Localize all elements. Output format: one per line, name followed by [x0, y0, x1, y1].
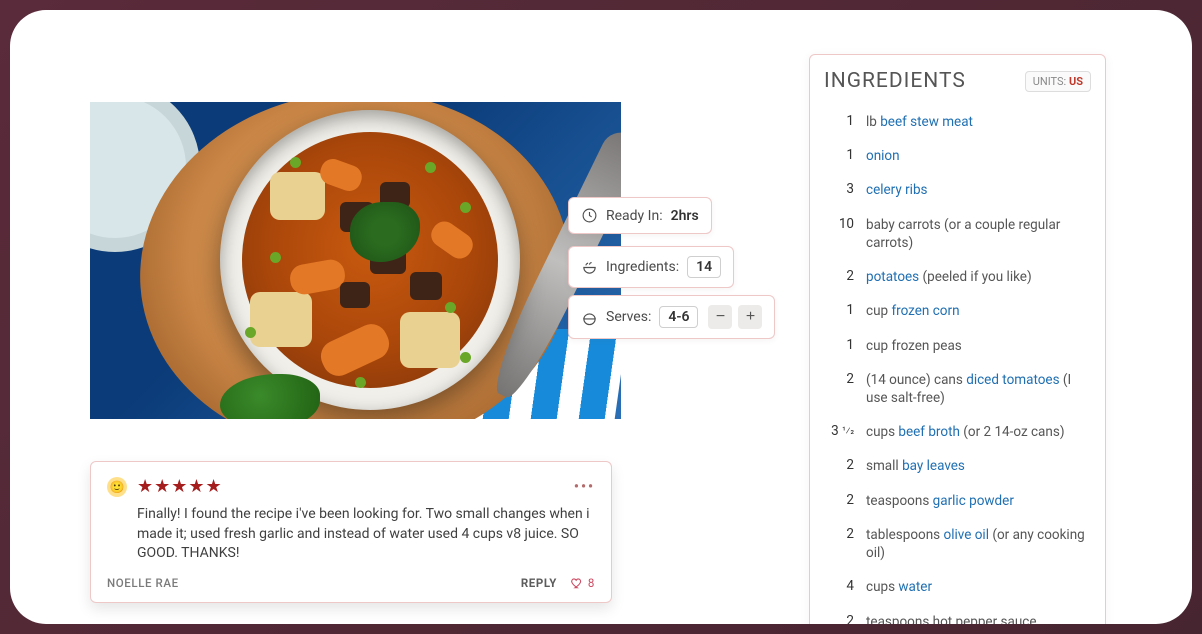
- ingredient-link[interactable]: water: [898, 579, 932, 595]
- ingredient-link[interactable]: celery ribs: [866, 182, 928, 198]
- review-author: NOELLE RAE: [107, 576, 179, 590]
- ingredient-row: 3 1⁄2cups beef broth (or 2 14-oz cans): [824, 415, 1091, 449]
- ingredients-panel: INGREDIENTS UNITS: US 1lb beef stew meat…: [809, 54, 1106, 624]
- ingredient-qty: 1: [824, 329, 862, 363]
- serves-icon: [581, 309, 598, 326]
- ingredient-desc: onion: [862, 139, 1091, 173]
- serves-value: 4-6: [659, 306, 698, 328]
- serves-chip: Serves: 4-6 − +: [568, 295, 775, 339]
- ingredient-row: 2potatoes (peeled if you like): [824, 260, 1091, 294]
- ingredient-desc: lb beef stew meat: [862, 105, 1091, 139]
- ingredient-qty: 3 1⁄2: [824, 415, 862, 449]
- ingredient-row: 10baby carrots (or a couple regular carr…: [824, 208, 1091, 260]
- ingredient-qty: 2: [824, 605, 862, 625]
- ingredient-row: 2(14 ounce) cans diced tomatoes (I use s…: [824, 363, 1091, 415]
- ingredient-link[interactable]: garlic powder: [933, 493, 1014, 509]
- ingredient-desc: potatoes (peeled if you like): [862, 260, 1091, 294]
- serves-increment-button[interactable]: +: [738, 305, 762, 329]
- page-frame: Ready In: 2hrs Ingredients: 14 Serves: 4…: [10, 10, 1192, 624]
- ingredients-count-chip: Ingredients: 14: [568, 246, 734, 288]
- ingredient-qty: 1: [824, 139, 862, 173]
- ingredients-count-label: Ingredients:: [606, 259, 679, 275]
- ingredients-title: INGREDIENTS: [824, 69, 966, 93]
- ingredient-qty: 2: [824, 484, 862, 518]
- ingredient-qty: 10: [824, 208, 862, 260]
- ingredient-row: 2small bay leaves: [824, 449, 1091, 483]
- ingredient-qty: 2: [824, 518, 862, 570]
- recipe-hero-image: [90, 102, 621, 419]
- ingredient-link[interactable]: beef broth: [898, 424, 960, 440]
- ingredient-qty: 2: [824, 363, 862, 415]
- ingredient-link[interactable]: bay leaves: [902, 458, 965, 474]
- ingredient-link[interactable]: olive oil: [944, 527, 990, 543]
- ingredients-table: 1lb beef stew meat1onion3celery ribs10ba…: [824, 105, 1091, 624]
- heart-icon: [569, 576, 583, 590]
- ingredient-link[interactable]: frozen corn: [891, 303, 959, 319]
- review-like-count: 8: [588, 576, 595, 590]
- ingredient-row: 1onion: [824, 139, 1091, 173]
- ingredient-row: 2tablespoons olive oil (or any cooking o…: [824, 518, 1091, 570]
- ingredient-row: 4cups water: [824, 570, 1091, 604]
- ingredient-row: 1cup frozen peas: [824, 329, 1091, 363]
- ingredient-desc: (14 ounce) cans diced tomatoes (I use sa…: [862, 363, 1091, 415]
- ingredient-row: 2teaspoons hot pepper sauce: [824, 605, 1091, 625]
- ingredient-row: 1lb beef stew meat: [824, 105, 1091, 139]
- ready-in-chip: Ready In: 2hrs: [568, 197, 712, 234]
- ready-in-value: 2hrs: [671, 208, 699, 224]
- ingredient-qty: 3: [824, 173, 862, 207]
- ingredient-row: 1cup frozen corn: [824, 294, 1091, 328]
- review-avatar: 🙂: [107, 477, 127, 497]
- ingredient-qty: 1: [824, 294, 862, 328]
- ingredient-link[interactable]: beef stew meat: [880, 114, 973, 130]
- ingredient-desc: teaspoons garlic powder: [862, 484, 1091, 518]
- serves-decrement-button[interactable]: −: [708, 305, 732, 329]
- review-card: 🙂 ★★★★★ ••• Finally! I found the recipe …: [90, 461, 612, 603]
- review-menu-button[interactable]: •••: [574, 479, 595, 495]
- ingredient-link[interactable]: onion: [866, 148, 900, 164]
- ingredient-desc: cup frozen corn: [862, 294, 1091, 328]
- clock-icon: [581, 207, 598, 224]
- ingredient-desc: celery ribs: [862, 173, 1091, 207]
- ingredient-desc: tablespoons olive oil (or any cooking oi…: [862, 518, 1091, 570]
- ingredient-desc: small bay leaves: [862, 449, 1091, 483]
- ingredients-count-value: 14: [687, 256, 721, 278]
- review-reply-button[interactable]: REPLY: [521, 576, 557, 590]
- ingredient-qty: 4: [824, 570, 862, 604]
- ingredient-desc: baby carrots (or a couple regular carrot…: [862, 208, 1091, 260]
- units-label: UNITS:: [1033, 75, 1067, 88]
- units-value: US: [1069, 75, 1083, 88]
- ingredient-link[interactable]: potatoes: [866, 269, 919, 285]
- serves-label: Serves:: [606, 309, 651, 325]
- ingredient-desc: cups beef broth (or 2 14-oz cans): [862, 415, 1091, 449]
- units-toggle[interactable]: UNITS: US: [1025, 71, 1091, 92]
- ingredient-desc: cups water: [862, 570, 1091, 604]
- bowl-icon: [581, 259, 598, 276]
- review-like-button[interactable]: 8: [569, 576, 595, 590]
- ingredient-row: 2teaspoons garlic powder: [824, 484, 1091, 518]
- review-stars: ★★★★★: [137, 476, 223, 497]
- review-body: Finally! I found the recipe i've been lo…: [137, 505, 595, 564]
- ingredient-qty: 2: [824, 260, 862, 294]
- ready-in-label: Ready In:: [606, 208, 663, 224]
- ingredient-qty: 1: [824, 105, 862, 139]
- ingredient-desc: cup frozen peas: [862, 329, 1091, 363]
- ingredient-qty: 2: [824, 449, 862, 483]
- ingredient-row: 3celery ribs: [824, 173, 1091, 207]
- ingredient-desc: teaspoons hot pepper sauce: [862, 605, 1091, 625]
- ingredient-link[interactable]: diced tomatoes: [966, 372, 1059, 388]
